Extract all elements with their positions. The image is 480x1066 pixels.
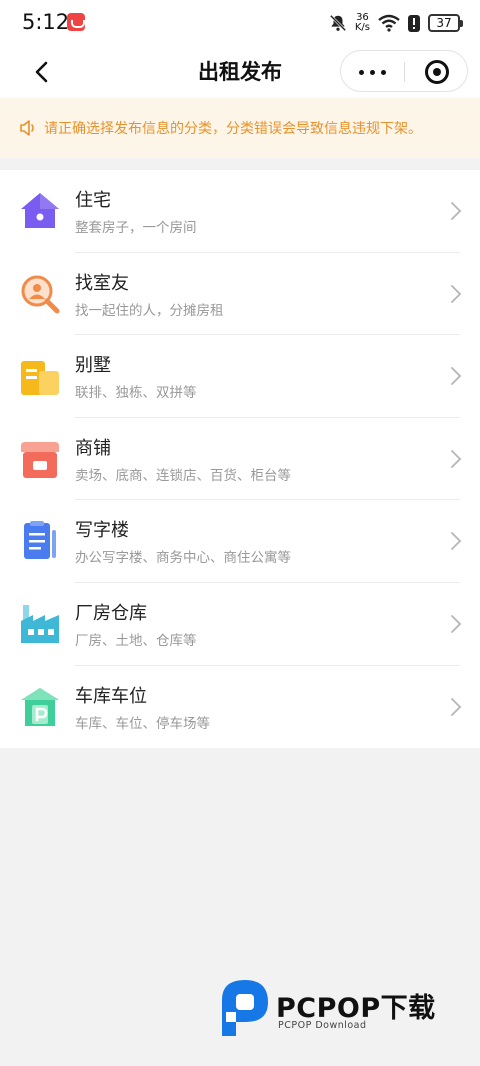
office-icon	[24, 521, 56, 560]
speaker-icon	[20, 120, 34, 136]
chevron-right-icon	[451, 532, 462, 551]
garage-icon	[21, 687, 59, 726]
category-subtitle: 整套房子，一个房间	[75, 220, 197, 236]
watermark: PCPOP下载 PCPOP Download	[218, 978, 468, 1040]
category-title: 写字楼	[75, 520, 129, 542]
category-subtitle: 车库、车位、停车场等	[75, 715, 210, 732]
category-item-garage[interactable]: 车库车位 车库、车位、停车场等	[0, 666, 480, 749]
status-time: 5:12	[22, 10, 70, 34]
search-person-icon	[21, 275, 60, 314]
category-item-office[interactable]: 写字楼 办公写字楼、商务中心、商住公寓等	[0, 500, 480, 583]
watermark-subtitle: PCPOP Download	[278, 1020, 367, 1031]
category-subtitle: 办公写字楼、商务中心、商住公寓等	[75, 550, 291, 567]
notice-bar: 请正确选择发布信息的分类，分类错误会导致信息违规下架。	[0, 98, 480, 158]
chevron-right-icon	[451, 367, 462, 386]
battery-icon: 37	[428, 14, 463, 32]
category-title: 厂房仓库	[75, 602, 147, 624]
category-title: 找室友	[75, 272, 129, 294]
category-item-roommate[interactable]: 找室友 找一起住的人，分摊房租	[0, 253, 480, 336]
category-title: 住宅	[75, 190, 111, 211]
more-dots-icon[interactable]	[341, 51, 404, 93]
status-bar: 5:12 36 K/s 37	[0, 0, 480, 46]
villa-icon	[21, 361, 59, 396]
status-icons: 36 K/s 37	[329, 12, 463, 34]
category-item-residential[interactable]: 住宅 整套房子，一个房间	[0, 170, 480, 253]
chevron-right-icon	[451, 202, 462, 220]
category-title: 别墅	[75, 355, 111, 377]
app-badge-icon	[67, 13, 85, 31]
house-icon	[21, 193, 59, 228]
chevron-right-icon	[451, 449, 462, 468]
category-title: 车库车位	[75, 685, 147, 707]
mini-program-capsule	[340, 50, 468, 92]
notice-text: 请正确选择发布信息的分类，分类错误会导致信息违规下架。	[44, 121, 422, 137]
category-item-shop[interactable]: 商铺 卖场、底商、连锁店、百货、柜台等	[0, 418, 480, 501]
target-close-icon[interactable]	[405, 51, 468, 93]
category-subtitle: 找一起住的人，分摊房租	[75, 302, 224, 319]
category-list: 住宅 整套房子，一个房间 找室友 找一起住的人，分摊房租 别墅 联排、独栋、双拼…	[0, 170, 480, 749]
net-speed: 36 K/s	[355, 13, 370, 33]
factory-icon	[21, 604, 59, 643]
category-title: 商铺	[75, 437, 111, 459]
bell-off-icon	[329, 14, 347, 32]
category-subtitle: 联排、独栋、双拼等	[75, 385, 197, 402]
shop-icon	[21, 441, 59, 478]
charging-alert-icon	[408, 14, 420, 32]
chevron-right-icon	[451, 284, 462, 303]
pcpop-logo-icon	[222, 980, 268, 1036]
wifi-icon	[378, 14, 400, 32]
net-speed-unit: K/s	[354, 22, 370, 33]
nav-bar: 出租发布	[0, 46, 480, 98]
category-subtitle: 卖场、底商、连锁店、百货、柜台等	[75, 467, 291, 484]
category-item-villa[interactable]: 别墅 联排、独栋、双拼等	[0, 335, 480, 418]
chevron-right-icon	[451, 697, 462, 716]
chevron-right-icon	[451, 615, 462, 633]
category-item-factory[interactable]: 厂房仓库 厂房、土地、仓库等	[0, 583, 480, 666]
category-subtitle: 厂房、土地、仓库等	[75, 632, 197, 649]
